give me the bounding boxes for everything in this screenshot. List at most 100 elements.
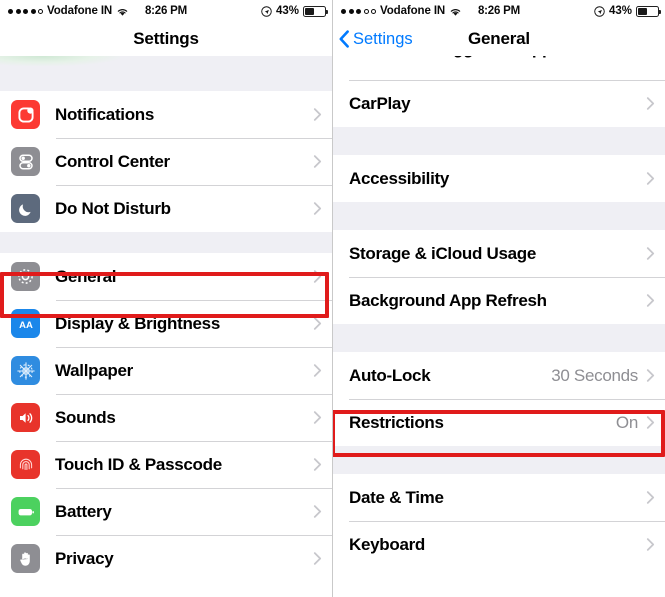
settings-row-label: Privacy [55,548,114,568]
location-arrow-icon [261,5,272,17]
settings-row-battery[interactable]: Battery [0,488,332,535]
left-battery-icon [303,5,328,17]
left-group-gap-2 [0,232,332,253]
general-row-label: CarPlay [349,93,411,113]
control-center-icon [11,147,40,176]
do-not-disturb-icon [11,194,40,223]
right-group-4: Auto-Lock 30 Seconds Restrictions On [333,352,665,446]
general-row-label: Auto-Lock [349,365,431,385]
settings-row-label: Control Center [55,151,170,171]
settings-row-general[interactable]: General [0,253,332,300]
chevron-right-icon [313,202,322,215]
chevron-right-icon [646,172,655,185]
settings-row-touch-id-passcode[interactable]: Touch ID & Passcode [0,441,332,488]
general-row-label: Date & Time [349,487,444,507]
svg-text:AA: AA [19,320,33,331]
settings-row-label: Touch ID & Passcode [55,454,222,474]
chevron-right-icon [646,294,655,307]
settings-row-label: Notifications [55,104,155,124]
chevron-right-icon [646,97,655,110]
chevron-right-icon [313,108,322,121]
right-group-3: Storage & iCloud Usage Background App Re… [333,230,665,324]
right-group-gap-2 [333,202,665,230]
chevron-right-icon [646,538,655,551]
general-row-label: Keyboard [349,534,426,554]
settings-row-control-center[interactable]: Control Center [0,138,332,185]
general-gear-icon [11,262,40,291]
general-row-label: Storage & iCloud Usage [349,243,537,263]
display-icon: AA [11,309,40,338]
general-row-label: Handoff & Suggested Apps [349,56,646,59]
chevron-right-icon [313,411,322,424]
general-row-label: Restrictions [349,412,444,432]
chevron-right-icon [646,369,655,382]
general-row-restrictions[interactable]: Restrictions On [333,399,665,446]
left-battery-percent: 43% [275,5,299,17]
privacy-hand-icon [11,544,40,573]
settings-row-label: Battery [55,501,112,521]
right-screen-general: Vodafone IN 8:26 PM 43% Settings General… [333,0,665,597]
settings-row-sounds[interactable]: Sounds [0,394,332,441]
left-screen-settings: Vodafone IN 8:26 PM 43% Settings Notific… [0,0,333,597]
right-group-gap-4 [333,446,665,474]
chevron-right-icon [646,491,655,504]
general-row-label: Background App Refresh [349,290,547,310]
general-row-value: 30 Seconds [551,365,638,385]
sounds-icon [11,403,40,432]
notifications-icon [11,100,40,129]
chevron-right-icon [313,458,322,471]
right-group-gap-3 [333,324,665,352]
chevron-left-icon [339,30,349,48]
chevron-right-icon [313,270,322,283]
chevron-right-icon [646,416,655,429]
settings-row-label: Do Not Disturb [55,198,171,218]
left-status-bar: Vodafone IN 8:26 PM 43% [0,0,332,22]
general-row-accessibility[interactable]: Accessibility [333,155,665,202]
left-page-title: Settings [133,29,199,48]
left-nav-bar: Settings [0,22,332,56]
general-row-keyboard[interactable]: Keyboard [333,521,665,568]
chevron-right-icon [313,364,322,377]
general-row-carplay[interactable]: CarPlay [333,80,665,127]
left-status-right: 43% [261,5,328,17]
settings-row-label: Display & Brightness [55,313,220,333]
right-group-2: Accessibility [333,155,665,202]
chevron-right-icon [313,505,322,518]
general-row-auto-lock[interactable]: Auto-Lock 30 Seconds [333,352,665,399]
settings-row-display-brightness[interactable]: AA Display & Brightness [0,300,332,347]
chevron-right-icon [313,317,322,330]
back-to-settings-button[interactable]: Settings [333,30,413,49]
dual-screenshot-comparison: Vodafone IN 8:26 PM 43% Settings Notific… [0,0,665,597]
touch-id-icon [11,450,40,479]
general-row-value: On [615,412,638,432]
left-group-gap-1 [0,56,332,91]
general-row-handoff-suggested-apps[interactable]: Handoff & Suggested Apps [333,56,665,80]
settings-row-do-not-disturb[interactable]: Do Not Disturb [0,185,332,232]
general-row-date-time[interactable]: Date & Time [333,474,665,521]
general-row-background-app-refresh[interactable]: Background App Refresh [333,277,665,324]
right-status-bar: Vodafone IN 8:26 PM 43% [333,0,665,22]
wallpaper-icon [11,356,40,385]
left-group-2: General AA Display & Brightness Wallpape… [0,253,332,582]
battery-icon [11,497,40,526]
chevron-right-icon [646,247,655,260]
left-settings-list: Notifications Control Center Do Not Dist… [0,56,332,582]
settings-row-label: Wallpaper [55,360,133,380]
right-group-gap-1 [333,127,665,155]
right-battery-percent: 43% [608,5,632,17]
settings-row-label: Sounds [55,407,116,427]
right-status-right: 43% [594,5,661,17]
right-group-1: Handoff & Suggested Apps CarPlay [333,56,665,127]
general-row-storage-icloud-usage[interactable]: Storage & iCloud Usage [333,230,665,277]
location-arrow-icon [594,5,605,17]
chevron-right-icon [313,155,322,168]
general-row-label: Accessibility [349,168,450,188]
left-group-1: Notifications Control Center Do Not Dist… [0,91,332,232]
back-button-label: Settings [353,29,413,48]
settings-row-label: General [55,266,117,286]
settings-row-wallpaper[interactable]: Wallpaper [0,347,332,394]
settings-row-privacy[interactable]: Privacy [0,535,332,582]
right-battery-icon [636,5,661,17]
settings-row-notifications[interactable]: Notifications [0,91,332,138]
right-nav-bar: Settings General [333,22,665,56]
